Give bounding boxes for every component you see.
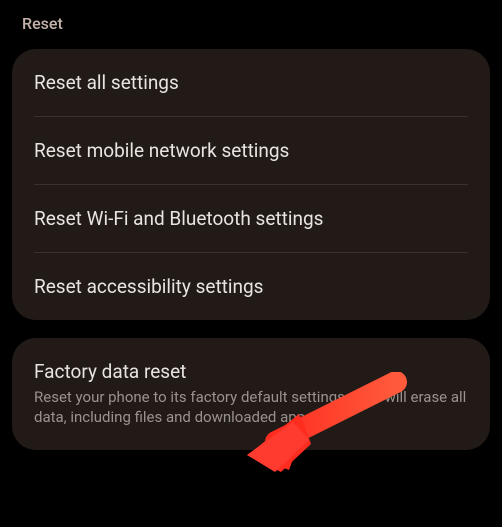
factory-data-reset-item[interactable]: Factory data reset Reset your phone to i…	[12, 338, 490, 450]
factory-reset-card: Factory data reset Reset your phone to i…	[12, 338, 490, 450]
reset-options-card: Reset all settings Reset mobile network …	[12, 49, 490, 320]
reset-mobile-network-item[interactable]: Reset mobile network settings	[12, 117, 490, 184]
reset-all-settings-item[interactable]: Reset all settings	[12, 49, 490, 116]
section-title: Reset	[22, 14, 480, 33]
section-header: Reset	[0, 0, 502, 43]
reset-accessibility-item[interactable]: Reset accessibility settings	[12, 253, 490, 320]
item-title: Reset Wi-Fi and Bluetooth settings	[34, 207, 468, 230]
item-title: Reset accessibility settings	[34, 275, 468, 298]
item-subtitle: Reset your phone to its factory default …	[34, 387, 468, 428]
item-title: Factory data reset	[34, 360, 468, 383]
item-title: Reset all settings	[34, 71, 468, 94]
reset-wifi-bluetooth-item[interactable]: Reset Wi-Fi and Bluetooth settings	[12, 185, 490, 252]
item-title: Reset mobile network settings	[34, 139, 468, 162]
